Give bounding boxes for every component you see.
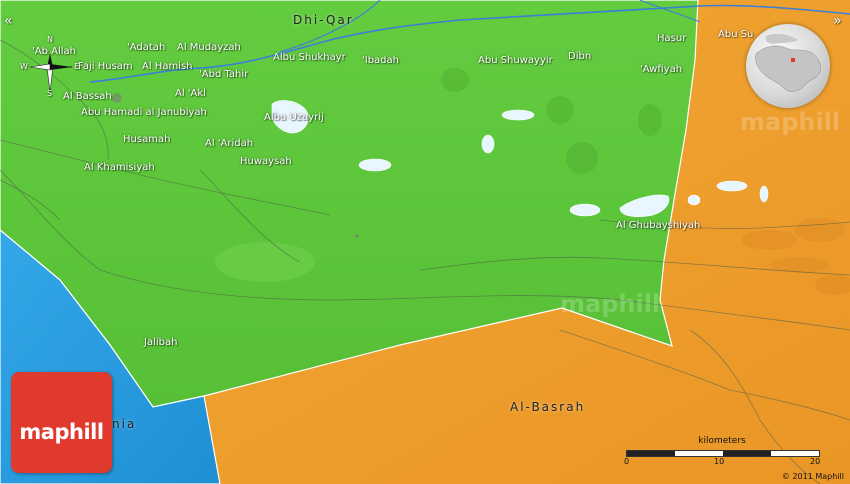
compass-rose-icon: N S W E xyxy=(20,35,80,100)
place-al-hamish[interactable]: Al Hamish xyxy=(142,61,193,73)
compass-s: S xyxy=(47,89,53,98)
watermark-1: maphill xyxy=(740,108,841,136)
compass-n: N xyxy=(47,35,53,44)
place-al-mudayzah[interactable]: Al Mudayzah xyxy=(177,42,241,54)
scale-tick-10: 10 xyxy=(714,457,725,466)
place-awfiyah[interactable]: 'Awfiyah xyxy=(640,64,682,76)
place-al-ghubayshiyah[interactable]: Al Ghubayshiyah xyxy=(616,220,700,232)
place-abu-su[interactable]: Abu Su xyxy=(718,29,753,41)
maphill-logo-text: maphill xyxy=(19,420,104,444)
lake-3 xyxy=(501,109,535,121)
place-al-aridah[interactable]: Al 'Aridah xyxy=(205,138,253,150)
lake-4 xyxy=(481,134,495,154)
place-al-akl[interactable]: Al 'Akl xyxy=(175,88,206,100)
place-dibn[interactable]: Dibn xyxy=(568,51,591,63)
edge-arrow-right[interactable]: » xyxy=(833,14,842,28)
globe-graphic xyxy=(755,33,821,92)
compass-e: E xyxy=(74,62,80,71)
region-label-left-partial: nia xyxy=(112,417,137,431)
lake-8 xyxy=(687,194,701,206)
watermark-2: maphill xyxy=(560,290,661,318)
place-jalibah[interactable]: Jalibah xyxy=(144,337,177,349)
map-canvas[interactable]: maphill maphill Dhi-Qar Al-Basrah nia « … xyxy=(0,0,850,484)
scale-title: kilometers xyxy=(698,436,746,446)
region-label-al-basrah: Al-Basrah xyxy=(510,400,586,414)
scale-tick-20: 20 xyxy=(810,457,821,466)
place-abd-tahir[interactable]: 'Abd Tahir xyxy=(199,69,248,81)
place-abu-hamadi[interactable]: Abu Hamadi al Janubiyah xyxy=(81,107,207,119)
place-faji-husam[interactable]: Faji Husam xyxy=(78,61,133,73)
place-albu-uzayrij[interactable]: Albu Uzayrij xyxy=(264,112,324,124)
region-label-dhi-qar: Dhi-Qar xyxy=(293,13,354,27)
scale-tick-0: 0 xyxy=(624,457,630,466)
lake-5 xyxy=(569,203,601,217)
scale-bar-graphic xyxy=(626,450,820,457)
scale-bar: kilometers 0 10 20 xyxy=(624,436,820,472)
maphill-logo[interactable]: maphill xyxy=(11,372,112,473)
lake-7 xyxy=(716,180,748,192)
place-albu-shukhayr[interactable]: Albu Shukhayr xyxy=(273,52,346,64)
place-ibadah[interactable]: 'Ibadah xyxy=(362,55,399,67)
compass-w: W xyxy=(20,62,28,71)
lake-9 xyxy=(759,185,769,203)
lake-2 xyxy=(358,158,392,172)
place-abu-shuwayyir[interactable]: Abu Shuwayyir xyxy=(478,55,553,67)
copyright-notice: © 2011 Maphill xyxy=(781,472,844,481)
place-adatah[interactable]: 'Adatah xyxy=(127,42,165,54)
place-husamah[interactable]: Husamah xyxy=(123,134,170,146)
place-al-khamisiyah[interactable]: Al Khamisiyah xyxy=(84,162,155,174)
edge-arrow-left[interactable]: « xyxy=(4,14,13,28)
place-huwaysah[interactable]: Huwaysah xyxy=(240,156,292,168)
place-hasur[interactable]: Hasur xyxy=(657,33,686,45)
globe-locator-icon[interactable] xyxy=(746,24,830,108)
